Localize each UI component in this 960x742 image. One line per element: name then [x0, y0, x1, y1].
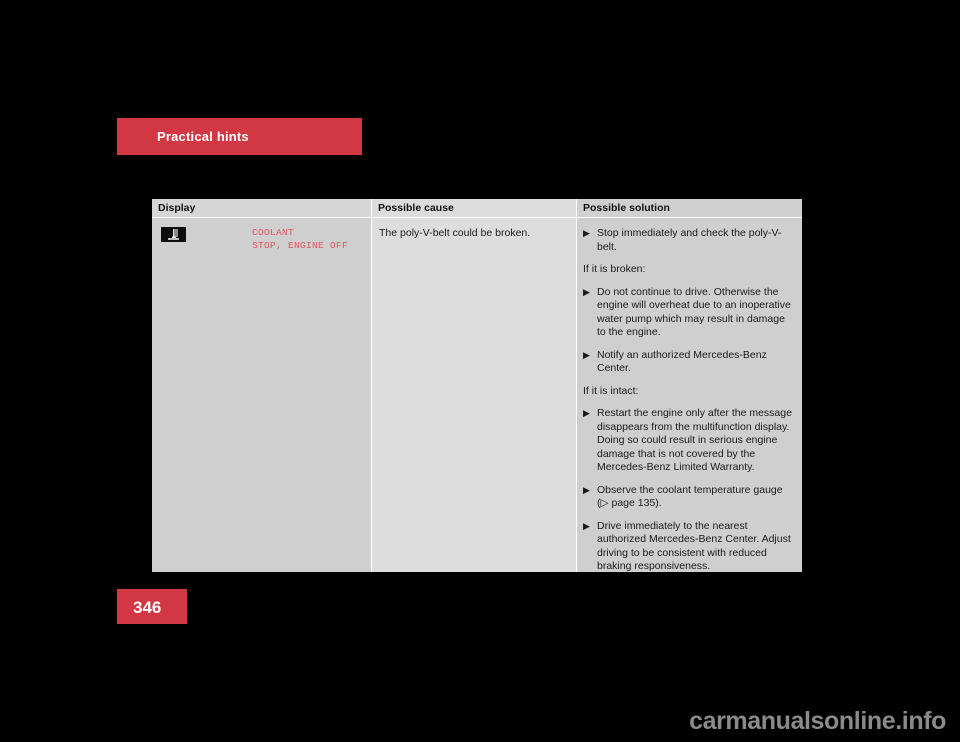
solution-bullet-item: ▶ Observe the coolant temperature gauge (… [582, 484, 795, 511]
possible-cause-text: The poly-V-belt could be broken. [379, 227, 531, 239]
solution-bullet-text: Do not continue to drive. Otherwise the … [597, 285, 791, 339]
table-header-cell-solution: Possible solution [576, 199, 802, 217]
display-message: COOLANT STOP, ENGINE OFF [252, 226, 348, 252]
site-watermark: carmanualsonline.info [689, 707, 946, 735]
table-cell-possible-cause: The poly-V-belt could be broken. [371, 218, 576, 572]
table-cell-possible-solution: ▶ Stop immediately and check the poly-V-b… [576, 218, 802, 572]
solution-bullet-item: ▶ Stop immediately and check the poly-V-b… [582, 227, 795, 254]
column-header-possible-solution: Possible solution [583, 202, 670, 214]
solution-bullet-text: Notify an authorized Mercedes-Benz Cente… [597, 348, 767, 375]
table-header-cell-display: Display [152, 199, 371, 217]
triangle-bullet-icon: ▶ [583, 408, 590, 418]
chapter-title: Practical hints [157, 129, 249, 144]
solution-bullet-item: ▶ Do not continue to drive. Otherwise the… [582, 286, 795, 340]
solution-bullet-text: Observe the coolant temperature gauge (▷… [597, 483, 783, 510]
solution-lead-text: If it is broken: [583, 263, 646, 275]
table-header-row: Display Possible cause Possible solution [152, 199, 802, 218]
column-header-possible-cause: Possible cause [378, 202, 454, 214]
table-header-cell-cause: Possible cause [371, 199, 576, 217]
hints-table: Display Possible cause Possible solution [152, 199, 802, 572]
manual-page: Practical hints Display Possible cause P… [0, 0, 960, 742]
triangle-bullet-icon: ▶ [583, 484, 590, 495]
solution-bullet-text: Restart the engine only after the messag… [597, 407, 792, 473]
solution-bullet-text: Stop immediately and check the poly-V-be… [597, 227, 782, 253]
solution-bullet-item: ▶ Notify an authorized Mercedes-Benz Cent… [582, 349, 795, 376]
solution-bullet-item: ▶ Drive immediately to the nearest author… [582, 520, 795, 574]
page-number-chip: 346 [117, 589, 187, 624]
column-header-display: Display [158, 202, 196, 214]
solution-bullet-text: Drive immediately to the nearest authori… [597, 519, 791, 573]
solution-bullet-item: ▶ Restart the engine only after the messa… [582, 407, 795, 475]
table-cell-display: COOLANT STOP, ENGINE OFF [152, 218, 371, 572]
triangle-bullet-icon: ▶ [583, 349, 590, 360]
display-message-line-2: STOP, ENGINE OFF [252, 240, 349, 251]
triangle-bullet-icon: ▶ [583, 520, 590, 531]
table-row: COOLANT STOP, ENGINE OFF The poly-V-belt … [152, 218, 802, 572]
solution-block-list: ▶ Stop immediately and check the poly-V-b… [577, 218, 802, 574]
triangle-bullet-icon: ▶ [583, 286, 590, 297]
triangle-bullet-icon: ▶ [583, 228, 590, 238]
display-message-line-1: COOLANT [252, 227, 295, 238]
page-number: 346 [133, 598, 162, 617]
solution-lead-text: If it is intact: [583, 384, 639, 397]
chapter-banner: Practical hints [117, 118, 362, 155]
coolant-warning-thermometer-icon [161, 227, 186, 242]
